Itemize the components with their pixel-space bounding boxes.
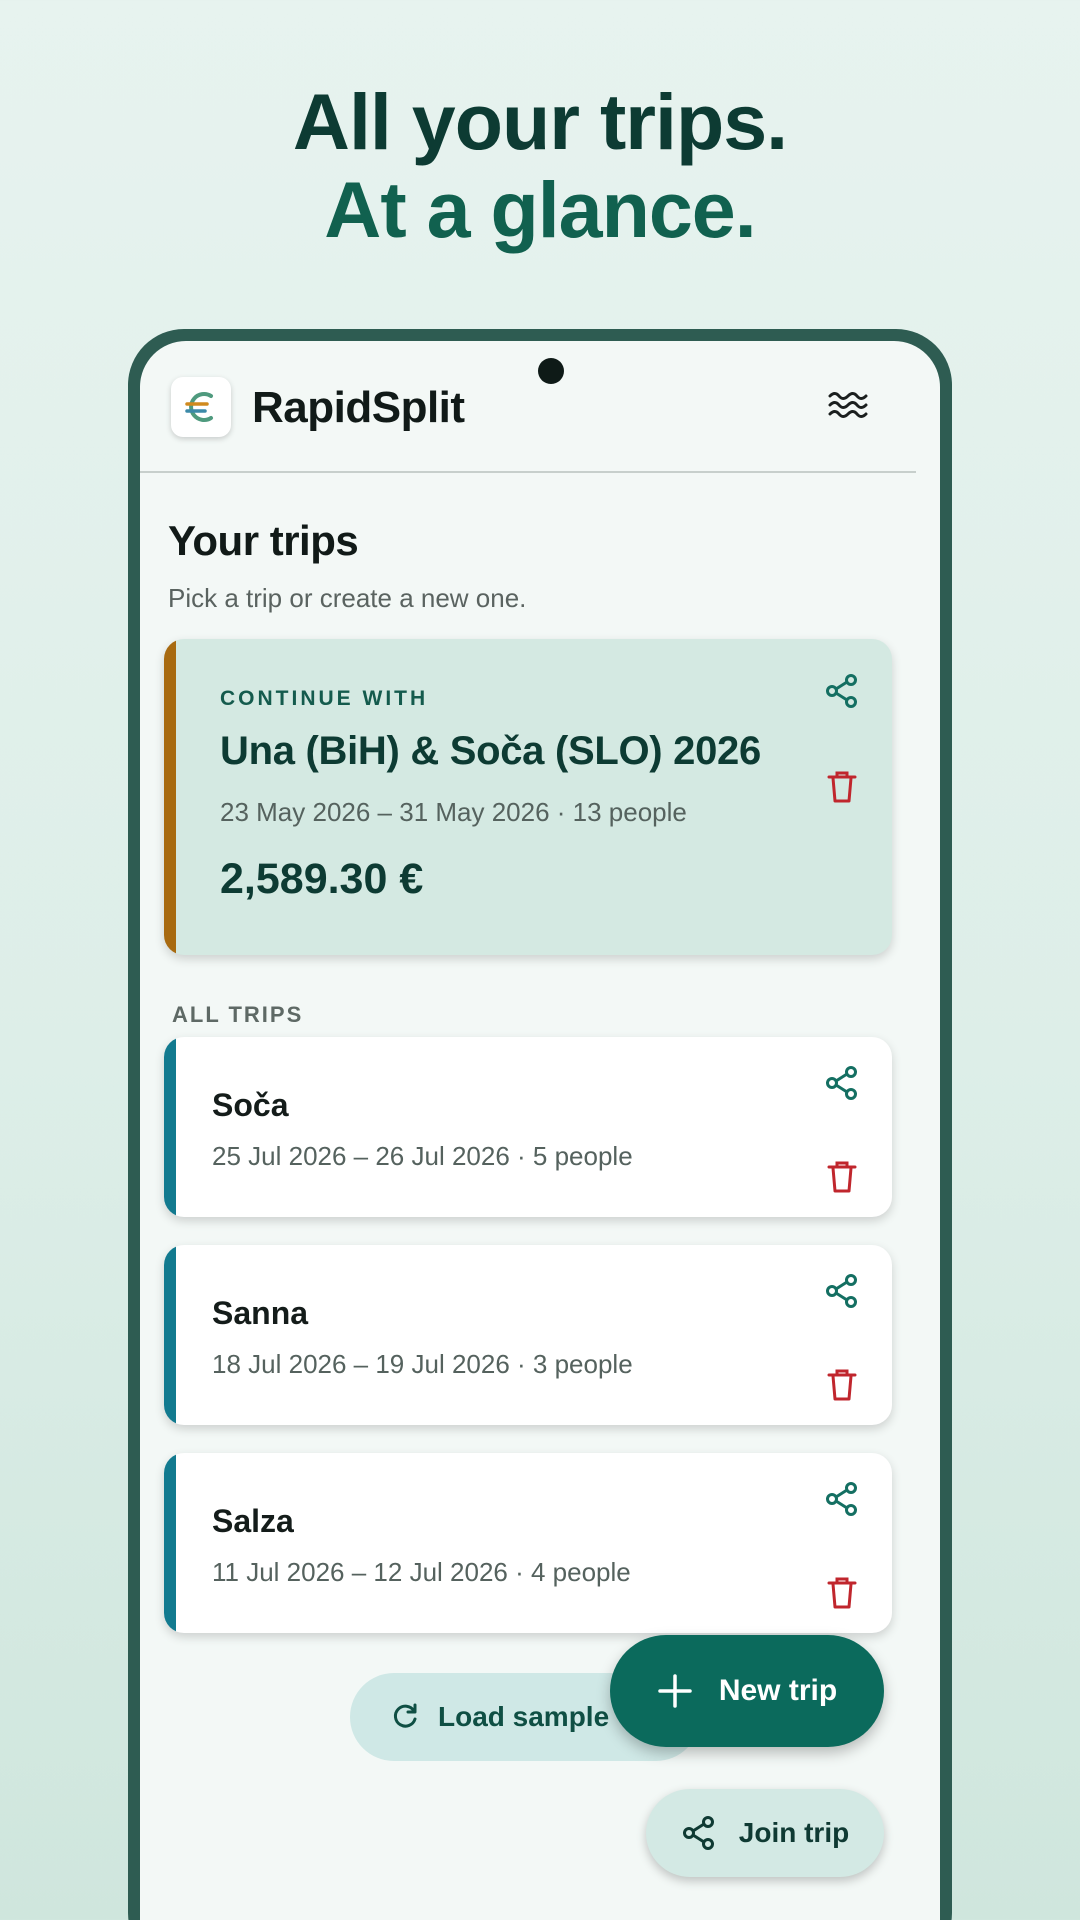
trash-icon [827, 1577, 857, 1609]
phone-frame: RapidSplit Your trips Pick a trip or cre… [128, 329, 952, 1920]
join-trip-label: Join trip [738, 1817, 850, 1848]
share-icon [682, 1816, 714, 1850]
join-trip-button[interactable]: Join trip [646, 1789, 884, 1877]
euro-logo-icon [185, 392, 213, 422]
marketing-headline: All your trips. At a glance. [0, 78, 1080, 254]
share-icon [826, 1274, 857, 1308]
headline-line-1: All your trips. [292, 77, 788, 166]
share-icon [826, 1066, 857, 1100]
continue-with-label: CONTINUE WITH [220, 687, 429, 710]
share-icon [826, 1482, 857, 1516]
trip-name: Soča [212, 1087, 289, 1123]
trip-name: Sanna [212, 1295, 309, 1331]
trash-icon [827, 1369, 857, 1401]
trip-accent-stripe [164, 1037, 176, 1217]
headline-line-2: At a glance. [324, 165, 756, 254]
app-bar-divider [140, 471, 916, 473]
trip-share-button[interactable] [818, 1475, 866, 1523]
featured-trip-total: 2,589.30 € [220, 855, 424, 903]
share-icon [826, 674, 857, 708]
waves-icon [828, 392, 868, 418]
load-sample-label: Load sample [438, 1701, 610, 1732]
refresh-icon [393, 1703, 417, 1728]
featured-trip-name: Una (BiH) & Soča (SLO) 2026 [220, 729, 761, 773]
app-bar: RapidSplit [140, 341, 940, 471]
trash-icon [827, 1161, 857, 1193]
page-subtitle: Pick a trip or create a new one. [168, 583, 527, 613]
trip-meta: 11 Jul 2026 – 12 Jul 2026 · 4 people [212, 1557, 631, 1587]
trip-meta: 25 Jul 2026 – 26 Jul 2026 · 5 people [212, 1141, 633, 1171]
all-trips-label: ALL TRIPS [172, 1002, 304, 1027]
trip-share-button[interactable] [818, 1059, 866, 1107]
phone-screen: RapidSplit Your trips Pick a trip or cre… [140, 341, 940, 1920]
trip-delete-button[interactable] [818, 1569, 866, 1617]
trip-share-button[interactable] [818, 1267, 866, 1315]
featured-accent-stripe [164, 639, 176, 955]
new-trip-label: New trip [718, 1674, 838, 1707]
menu-button[interactable] [826, 385, 870, 425]
featured-trip-card[interactable]: CONTINUE WITH Una (BiH) & Soča (SLO) 202… [164, 639, 892, 955]
trash-icon [827, 771, 857, 803]
app-logo [171, 377, 231, 437]
trip-delete-button[interactable] [818, 1153, 866, 1201]
trip-card[interactable]: Salza 11 Jul 2026 – 12 Jul 2026 · 4 peop… [164, 1453, 892, 1633]
featured-delete-button[interactable] [818, 763, 866, 811]
new-trip-button[interactable]: New trip [610, 1635, 884, 1747]
featured-trip-meta: 23 May 2026 – 31 May 2026 · 13 people [220, 797, 687, 827]
trip-card[interactable]: Sanna 18 Jul 2026 – 19 Jul 2026 · 3 peop… [164, 1245, 892, 1425]
page-title: Your trips [168, 517, 359, 564]
trip-card[interactable]: Soča 25 Jul 2026 – 26 Jul 2026 · 5 peopl… [164, 1037, 892, 1217]
trip-delete-button[interactable] [818, 1361, 866, 1409]
trip-meta: 18 Jul 2026 – 19 Jul 2026 · 3 people [212, 1349, 633, 1379]
app-title: RapidSplit [252, 383, 465, 432]
trip-name: Salza [212, 1503, 294, 1539]
plus-icon [658, 1674, 692, 1708]
trip-accent-stripe [164, 1453, 176, 1633]
trip-accent-stripe [164, 1245, 176, 1425]
featured-share-button[interactable] [818, 667, 866, 715]
